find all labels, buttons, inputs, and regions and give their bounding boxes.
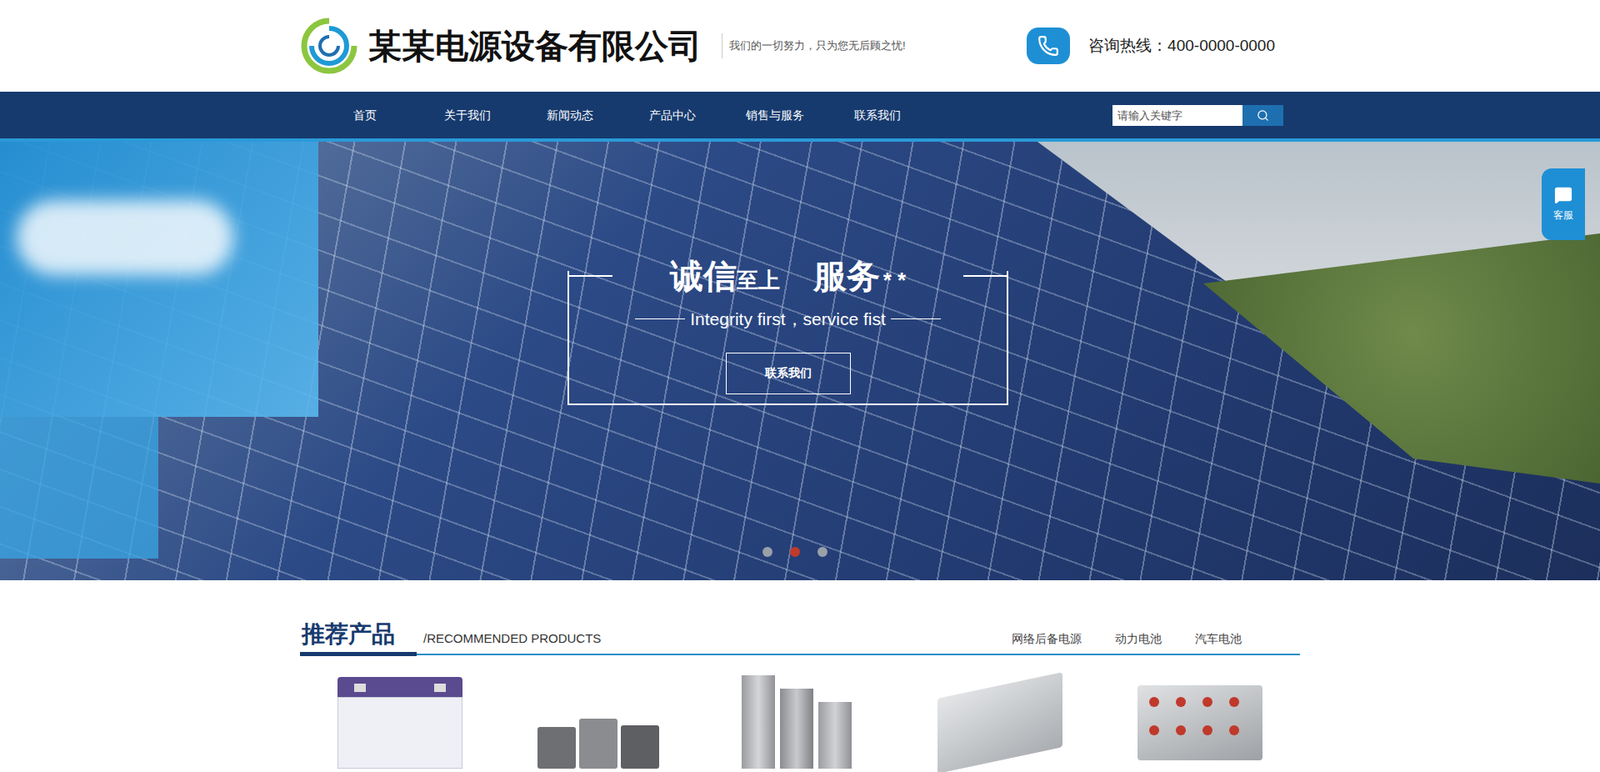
product-image[interactable]	[937, 671, 1063, 772]
products-section: 推荐产品/RECOMMENDED PRODUCTS 网络后备电源动力电池汽车电池	[300, 580, 1300, 769]
nav-item[interactable]: 首页	[313, 91, 416, 139]
hotline-label: 咨询热线：	[1088, 36, 1168, 55]
hotline: 咨询热线：400-0000-0000	[1026, 27, 1275, 65]
product-image[interactable]	[537, 701, 663, 769]
section-subtitle: /RECOMMENDED PRODUCTS	[423, 623, 601, 654]
slogan-box: 诚信至上服务* *Integrity first，service fist联系我…	[567, 270, 1009, 405]
service-float[interactable]: 客服	[1541, 168, 1585, 240]
nav-item[interactable]: 新闻动态	[518, 91, 621, 139]
header: 某某电源设备有限公司我们的一切努力，只为您无后顾之忧! 咨询热线：400-0000…	[300, 0, 1300, 92]
search-input[interactable]	[1112, 105, 1243, 126]
carousel-dot[interactable]	[790, 546, 800, 557]
contact-button[interactable]: 联系我们	[725, 352, 851, 395]
chat-icon	[1554, 185, 1573, 205]
product-tab[interactable]: 汽车电池	[1178, 623, 1259, 654]
hotline-number[interactable]: 400-0000-0000	[1167, 36, 1275, 55]
search-box	[1112, 105, 1284, 126]
product-image[interactable]	[1137, 685, 1263, 760]
banner-subtitle: Integrity first，service fist	[690, 305, 886, 333]
nav-item[interactable]: 联系我们	[825, 91, 929, 139]
product-image[interactable]	[337, 676, 463, 769]
product-tab[interactable]: 动力电池	[1098, 623, 1179, 654]
product-tab[interactable]: 网络后备电源	[995, 623, 1099, 654]
page: 某某电源设备有限公司我们的一切努力，只为您无后顾之忧! 咨询热线：400-0000…	[0, 0, 1600, 772]
slogan: 我们的一切努力，只为您无后顾之忧!	[721, 33, 906, 59]
search-button[interactable]	[1242, 105, 1284, 126]
logo-icon	[300, 16, 359, 75]
phone-icon	[1026, 27, 1070, 65]
banner: 诚信至上服务* * Integrity first，service fist 联系我…	[0, 141, 1600, 580]
search-icon	[1256, 109, 1270, 122]
nav-item[interactable]: 关于我们	[415, 91, 519, 139]
carousel-dot[interactable]	[817, 546, 828, 557]
company-name[interactable]: 某某电源设备有限公司	[368, 20, 702, 71]
nav-bar: 首页关于我们新闻动态产品中心销售与服务联系我们	[0, 91, 1600, 142]
banner-title: 诚信至上服务* *	[612, 250, 964, 301]
carousel-dots	[762, 546, 828, 557]
nav-item[interactable]: 产品中心	[620, 91, 724, 139]
section-title: 推荐产品	[300, 616, 417, 656]
product-image[interactable]	[741, 675, 859, 769]
carousel-dot[interactable]	[762, 546, 773, 557]
nav-item[interactable]: 销售与服务	[723, 91, 826, 139]
